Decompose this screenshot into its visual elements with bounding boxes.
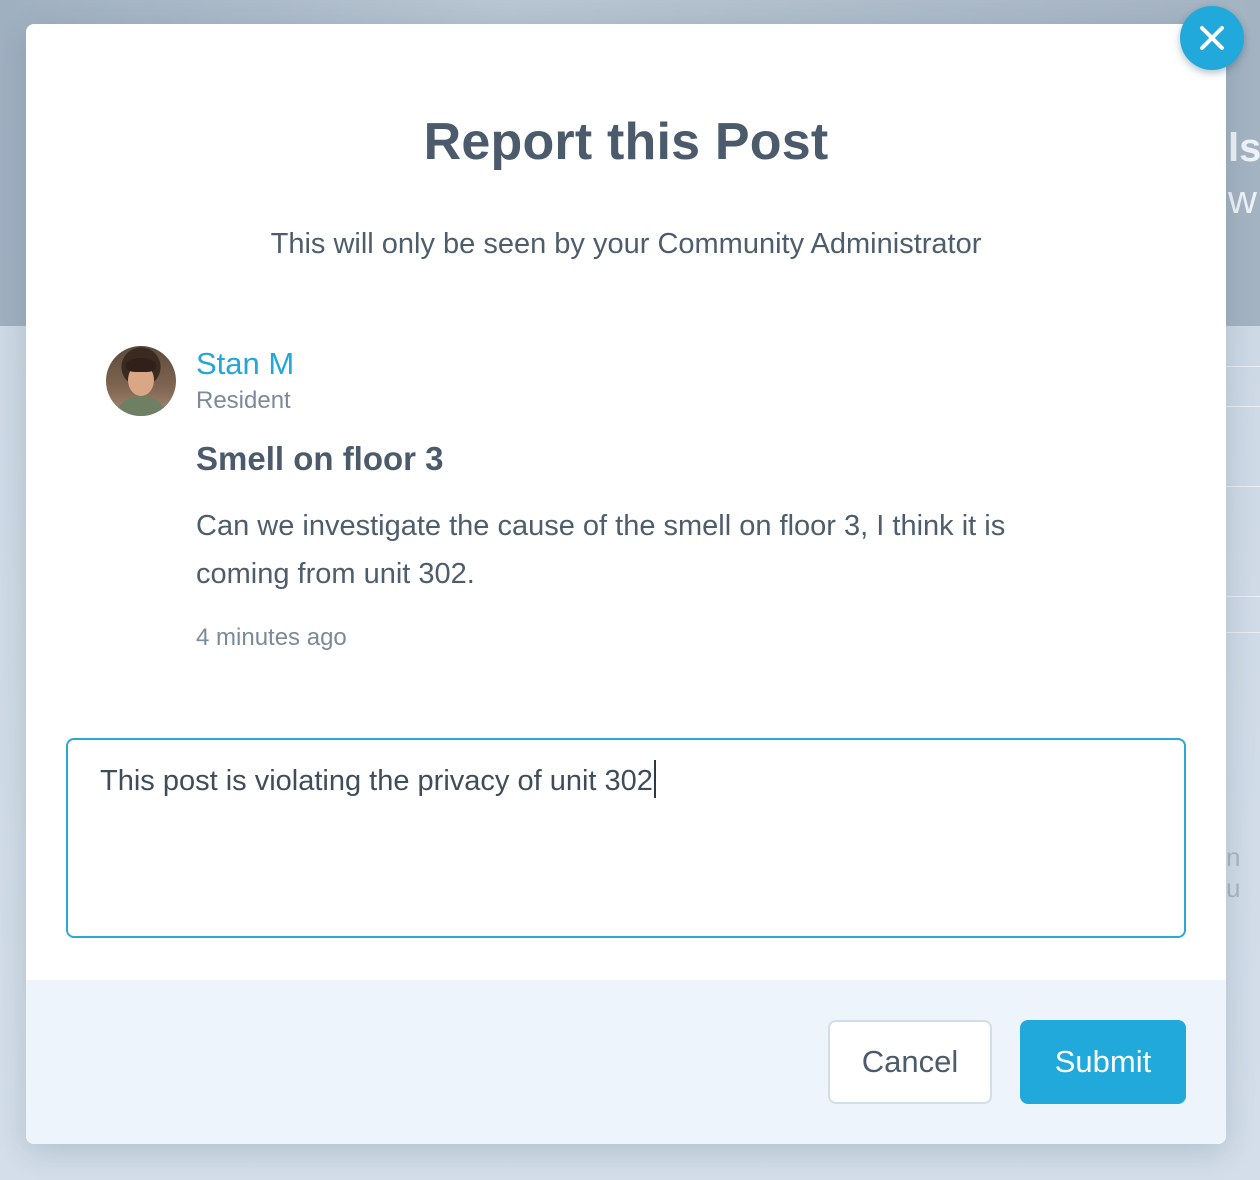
post-body: Can we investigate the cause of the smel… (196, 510, 1006, 590)
modal-footer: Cancel Submit (26, 980, 1226, 1144)
author-role: Resident (196, 387, 291, 414)
report-reason-textarea[interactable]: This post is violating the privacy of un… (66, 738, 1186, 938)
post-title: Smell on floor 3 (196, 440, 444, 477)
author-name-link[interactable]: Stan M (196, 346, 294, 382)
modal-title: Report this Post (423, 113, 829, 171)
modal-subtitle: This will only be seen by your Community… (270, 228, 982, 260)
backdrop-heading-fragment: ls (1228, 126, 1260, 170)
close-modal-button[interactable] (1180, 6, 1244, 70)
backdrop-divider (1226, 596, 1260, 597)
backdrop-text-fragment: n u (1226, 842, 1241, 903)
submit-button[interactable]: Submit (1020, 1020, 1186, 1104)
backdrop-divider (1226, 366, 1260, 367)
backdrop-divider (1226, 486, 1260, 487)
text-caret (653, 760, 656, 798)
report-post-modal: Report this Post This will only be seen … (26, 24, 1226, 1144)
report-reason-text: This post is violating the privacy of un… (100, 765, 653, 797)
backdrop-divider (1226, 632, 1260, 633)
close-icon (1200, 26, 1224, 50)
avatar (106, 346, 176, 416)
backdrop-subheading-fragment: w (1228, 178, 1257, 222)
backdrop-divider (1226, 406, 1260, 407)
cancel-button[interactable]: Cancel (828, 1020, 992, 1104)
post-timestamp: 4 minutes ago (196, 624, 347, 651)
